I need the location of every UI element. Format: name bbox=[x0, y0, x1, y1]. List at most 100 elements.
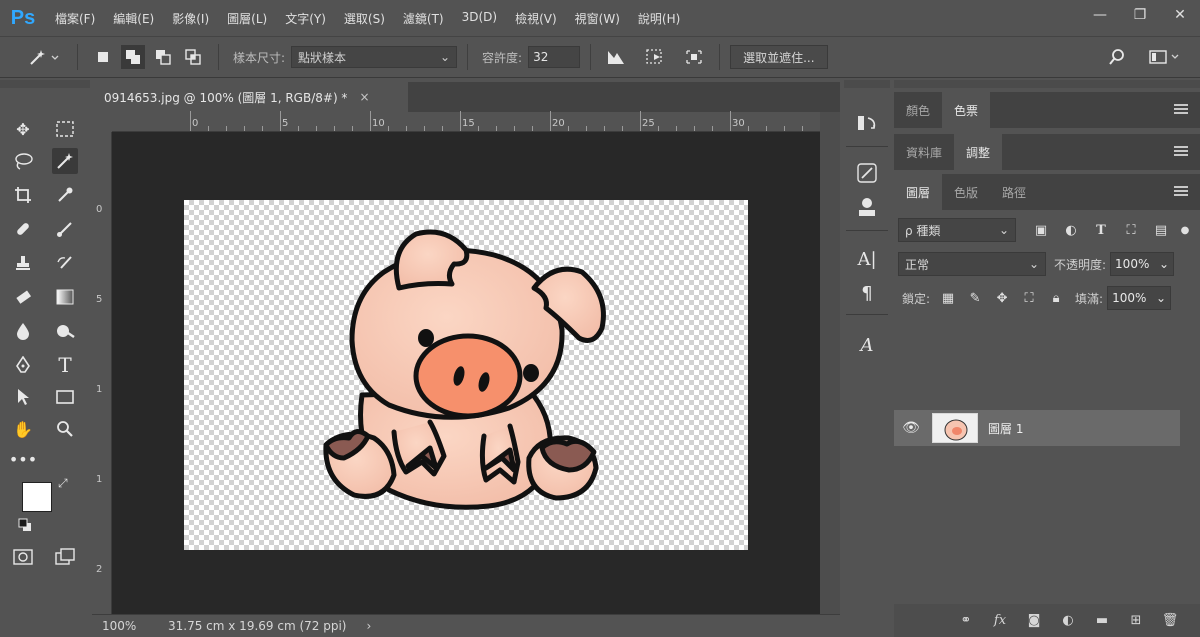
vertical-scrollbar[interactable] bbox=[820, 112, 840, 614]
lock-position-icon[interactable]: ✥ bbox=[993, 288, 1011, 308]
new-group-icon[interactable]: ▬ bbox=[1092, 611, 1112, 631]
tab-layers[interactable]: 圖層 bbox=[894, 174, 943, 210]
brush-presets-icon[interactable] bbox=[852, 192, 882, 222]
vertical-ruler[interactable]: 0 5 1 1 2 bbox=[92, 132, 112, 614]
lock-all-icon[interactable]: 🔒︎ bbox=[1047, 288, 1065, 308]
status-menu-arrow[interactable]: › bbox=[366, 619, 371, 633]
move-tool-icon[interactable]: ✥ bbox=[10, 116, 36, 142]
layer-style-icon[interactable]: fx bbox=[990, 611, 1010, 631]
fill-field[interactable]: 100% ⌄ bbox=[1107, 286, 1172, 310]
close-button[interactable]: ✕ bbox=[1160, 0, 1200, 30]
filter-kind-select[interactable]: ρ 種類 ⌄ bbox=[898, 218, 1016, 242]
menu-view[interactable]: 檢視(V) bbox=[506, 10, 566, 27]
tab-swatches[interactable]: 色票 bbox=[942, 92, 991, 128]
eyedropper-tool-icon[interactable] bbox=[52, 182, 78, 208]
paragraph-panel-icon[interactable]: ¶ bbox=[852, 278, 882, 308]
hand-tool-icon[interactable]: ✋ bbox=[10, 416, 36, 442]
menu-window[interactable]: 視窗(W) bbox=[566, 10, 629, 27]
new-adjustment-layer-icon[interactable]: ◐ bbox=[1058, 611, 1078, 631]
sample-size-select[interactable]: 點狀樣本 ⌄ bbox=[291, 46, 458, 68]
filter-shape-icon[interactable]: ⛶ bbox=[1120, 219, 1142, 241]
history-brush-tool-icon[interactable] bbox=[52, 250, 78, 276]
zoom-tool-icon[interactable] bbox=[52, 416, 78, 442]
dodge-tool-icon[interactable] bbox=[52, 318, 78, 344]
tab-adjustments[interactable]: 調整 bbox=[954, 134, 1003, 170]
foreground-color-swatch[interactable] bbox=[22, 482, 52, 512]
layer-thumbnail[interactable] bbox=[932, 413, 978, 443]
contiguous-icon[interactable] bbox=[643, 45, 667, 69]
menu-filter[interactable]: 濾鏡(T) bbox=[394, 10, 453, 27]
filter-type-icon[interactable]: T bbox=[1090, 219, 1112, 241]
ruler-origin[interactable] bbox=[92, 112, 112, 132]
horizontal-ruler[interactable]: 0 5 10 15 20 25 30 bbox=[112, 111, 820, 132]
tab-color[interactable]: 顏色 bbox=[894, 92, 942, 128]
new-selection-icon[interactable] bbox=[91, 45, 115, 69]
default-colors-icon[interactable] bbox=[18, 518, 32, 532]
layer-row[interactable]: 👁︎ 圖層 1 bbox=[894, 410, 1180, 446]
pen-tool-icon[interactable] bbox=[10, 352, 36, 378]
magic-wand-preset-icon[interactable] bbox=[24, 45, 64, 69]
subtract-from-selection-icon[interactable] bbox=[151, 45, 175, 69]
close-icon[interactable]: × bbox=[359, 90, 369, 104]
gradient-tool-icon[interactable] bbox=[52, 284, 78, 310]
tab-libraries[interactable]: 資料庫 bbox=[894, 134, 954, 170]
more-tools-icon[interactable]: ••• bbox=[9, 446, 37, 472]
document-tab[interactable]: 0914653.jpg @ 100% (圖層 1, RGB/8#) * × bbox=[92, 82, 408, 112]
opacity-field[interactable]: 100% ⌄ bbox=[1110, 252, 1175, 276]
menu-help[interactable]: 說明(H) bbox=[629, 10, 689, 27]
screen-mode-icon[interactable] bbox=[52, 544, 78, 570]
lock-artboard-icon[interactable]: ⛶ bbox=[1020, 288, 1038, 308]
filter-adjustment-icon[interactable]: ◐ bbox=[1060, 219, 1082, 241]
restore-button[interactable]: ❐ bbox=[1120, 0, 1160, 30]
brush-tool-icon[interactable] bbox=[52, 216, 78, 242]
glyphs-panel-icon[interactable]: A bbox=[852, 330, 882, 360]
history-panel-icon[interactable] bbox=[852, 108, 882, 138]
dock-grip[interactable] bbox=[844, 80, 890, 88]
document-canvas[interactable] bbox=[184, 200, 748, 550]
intersect-selection-icon[interactable] bbox=[181, 45, 205, 69]
panels-grip[interactable] bbox=[894, 80, 1200, 88]
panel-menu-icon[interactable] bbox=[1174, 186, 1188, 196]
healing-brush-tool-icon[interactable] bbox=[10, 216, 36, 242]
menu-edit[interactable]: 編輯(E) bbox=[104, 10, 163, 27]
toolbox-grip[interactable] bbox=[0, 80, 90, 88]
marquee-tool-icon[interactable] bbox=[52, 116, 78, 142]
character-panel-icon[interactable]: A| bbox=[852, 244, 882, 274]
rectangle-tool-icon[interactable] bbox=[52, 384, 78, 410]
filter-smart-object-icon[interactable]: ▤ bbox=[1150, 219, 1172, 241]
anti-alias-icon[interactable] bbox=[604, 45, 628, 69]
select-and-mask-button[interactable]: 選取並遮住... bbox=[730, 45, 828, 69]
blend-mode-select[interactable]: 正常 ⌄ bbox=[898, 252, 1046, 276]
path-selection-tool-icon[interactable] bbox=[10, 384, 36, 410]
swap-colors-icon[interactable]: ⤢ bbox=[58, 476, 68, 491]
panel-menu-icon[interactable] bbox=[1174, 146, 1188, 156]
sample-all-layers-icon[interactable] bbox=[682, 45, 706, 69]
menu-select[interactable]: 選取(S) bbox=[335, 10, 394, 27]
lock-transparency-icon[interactable]: ▦ bbox=[939, 288, 957, 308]
quick-mask-icon[interactable] bbox=[10, 544, 36, 570]
zoom-level-field[interactable]: 100% bbox=[92, 619, 148, 633]
blur-tool-icon[interactable] bbox=[10, 318, 36, 344]
minimize-button[interactable]: — bbox=[1080, 0, 1120, 30]
menu-image[interactable]: 影像(I) bbox=[163, 10, 218, 27]
menu-file[interactable]: 檔案(F) bbox=[46, 10, 104, 27]
lock-pixels-icon[interactable]: ✎ bbox=[966, 288, 984, 308]
eraser-tool-icon[interactable] bbox=[10, 284, 36, 310]
eye-icon[interactable]: 👁︎ bbox=[894, 420, 928, 436]
magic-wand-tool-icon[interactable] bbox=[52, 148, 78, 174]
new-layer-icon[interactable]: ⊞ bbox=[1126, 611, 1146, 631]
menu-3d[interactable]: 3D(D) bbox=[453, 10, 506, 27]
add-mask-icon[interactable]: ◙ bbox=[1024, 611, 1044, 631]
filter-pixel-icon[interactable]: ▣ bbox=[1030, 219, 1052, 241]
menu-layer[interactable]: 圖層(L) bbox=[218, 10, 276, 27]
panel-menu-icon[interactable] bbox=[1174, 104, 1188, 114]
crop-tool-icon[interactable] bbox=[10, 182, 36, 208]
lasso-tool-icon[interactable] bbox=[10, 148, 36, 174]
add-to-selection-icon[interactable] bbox=[121, 45, 145, 69]
link-layers-icon[interactable]: ⚭ bbox=[956, 611, 976, 631]
delete-layer-icon[interactable]: 🗑︎ bbox=[1160, 611, 1180, 631]
brush-settings-icon[interactable] bbox=[852, 158, 882, 188]
menu-type[interactable]: 文字(Y) bbox=[276, 10, 335, 27]
workspace-icon[interactable] bbox=[1147, 45, 1183, 69]
tab-channels[interactable]: 色版 bbox=[942, 174, 990, 210]
